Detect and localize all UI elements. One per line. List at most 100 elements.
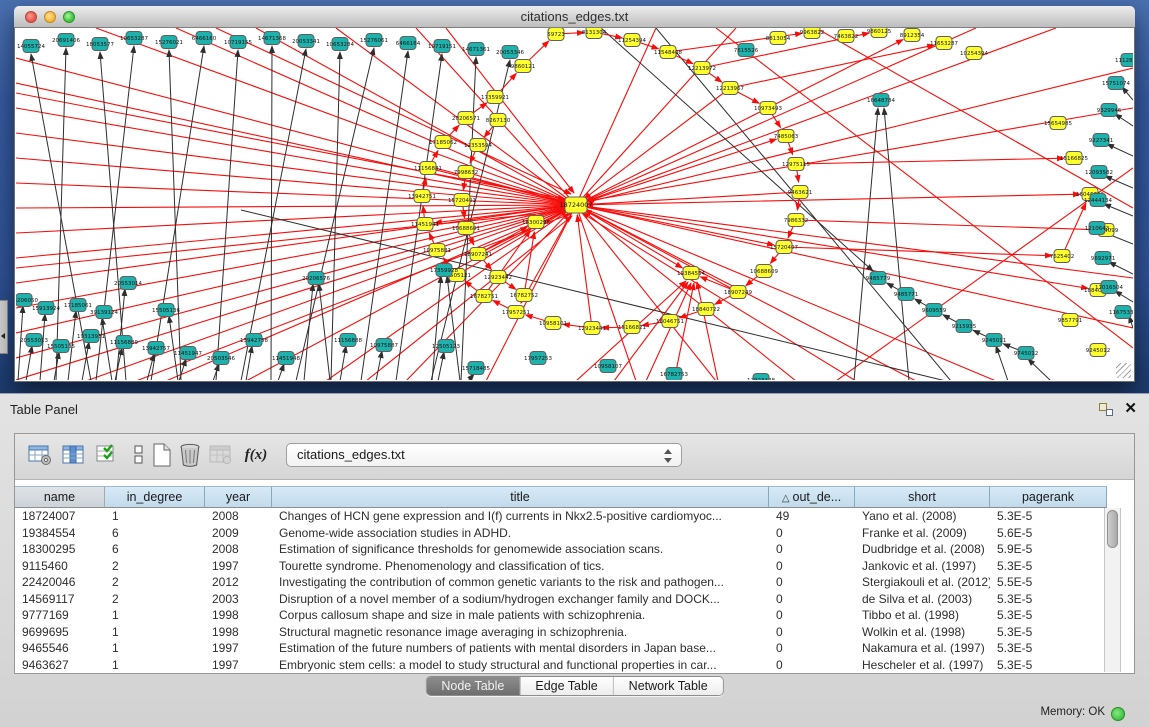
graph-node[interactable]: 11675332: [1109, 306, 1133, 319]
graph-node[interactable]: 9860125: [867, 28, 892, 38]
graph-node[interactable]: 11451948: [272, 352, 300, 365]
graph-node[interactable]: 9329946: [1097, 104, 1122, 117]
graph-node[interactable]: 15720401: [448, 194, 476, 207]
graph-node[interactable]: 12093582: [1085, 166, 1113, 179]
graph-node[interactable]: 10653287: [120, 32, 148, 45]
table-select-checks-icon[interactable]: [95, 442, 121, 468]
memory-status-indicator[interactable]: [1111, 707, 1125, 721]
graph-node[interactable]: 12923442: [484, 271, 512, 284]
graph-node[interactable]: 20053346: [496, 46, 524, 59]
scrollbar-thumb[interactable]: [1107, 510, 1118, 548]
graph-node[interactable]: 8267130: [486, 114, 511, 127]
graph-node[interactable]: 10653284: [326, 38, 354, 51]
graph-node[interactable]: 7625402: [1050, 250, 1075, 263]
graph-node[interactable]: 6466160: [192, 32, 217, 45]
panel-collapse-handle[interactable]: [0, 300, 8, 354]
graph-node[interactable]: 20206571: [452, 112, 480, 125]
graph-node[interactable]: 12975115: [782, 158, 810, 171]
graph-node[interactable]: 15654985: [1044, 117, 1072, 130]
graph-node[interactable]: 13942758: [240, 334, 268, 347]
graph-node[interactable]: 9463621: [788, 186, 813, 199]
graph-node[interactable]: 8813054: [766, 32, 791, 45]
graph-node[interactable]: 9245012: [1086, 344, 1111, 357]
graph-node[interactable]: 15276021: [155, 36, 183, 49]
network-canvas[interactable]: 14055724 20691406 18053577 10653287 15276021…: [14, 28, 1135, 382]
graph-node[interactable]: 20053341: [292, 35, 320, 48]
resize-grip[interactable]: [1116, 363, 1131, 378]
graph-node[interactable]: 10719151: [428, 40, 456, 53]
graph-node[interactable]: 11254394: [618, 34, 646, 47]
graph-node[interactable]: 39139124: [90, 306, 118, 319]
graph-node[interactable]: 7615526: [734, 44, 759, 57]
graph-node[interactable]: 9227341: [1089, 134, 1114, 147]
column-header-out_de[interactable]: △out_de...: [769, 486, 855, 508]
graph-node[interactable]: 12923448: [747, 374, 775, 381]
graph-node[interactable]: 10958101: [539, 317, 567, 330]
close-window-button[interactable]: [25, 11, 37, 23]
delete-trash-icon[interactable]: [177, 442, 203, 468]
table-row[interactable]: 1456911722003Disruption of a novel membe…: [15, 591, 1107, 608]
graph-node[interactable]: 9963822: [800, 28, 825, 39]
graph-node[interactable]: 6466164: [396, 37, 421, 50]
table-row[interactable]: 1872400712008Changes of HCN gene express…: [15, 508, 1107, 525]
graph-node[interactable]: 9692971: [1091, 252, 1116, 265]
graph-node[interactable]: 15720407: [770, 241, 798, 254]
tab-edge-table[interactable]: Edge Table: [519, 677, 612, 695]
graph-node[interactable]: 11156888: [334, 334, 362, 347]
graph-node[interactable]: 12213967: [716, 82, 744, 95]
graph-node[interactable]: 9860121: [511, 60, 536, 73]
graph-node[interactable]: 10254394: [960, 47, 988, 60]
graph-node[interactable]: 14055724: [17, 40, 45, 53]
close-panel-icon[interactable]: ✕: [1124, 399, 1137, 417]
graph-node[interactable]: 15751074: [1102, 77, 1130, 90]
column-header-title[interactable]: title: [272, 486, 769, 508]
graph-node[interactable]: 59723: [547, 28, 565, 41]
column-header-name[interactable]: name: [15, 486, 105, 508]
graph-node[interactable]: 9745012: [1014, 347, 1039, 360]
table-row[interactable]: 1830029562008Estimation of significance …: [15, 541, 1107, 558]
table-settings-icon[interactable]: [27, 442, 53, 468]
graph-node[interactable]: 8131304: [582, 28, 607, 39]
column-header-pagerank[interactable]: pagerank: [990, 486, 1107, 508]
column-header-year[interactable]: year: [205, 486, 272, 508]
graph-node[interactable]: 20691406: [52, 34, 80, 47]
table-row[interactable]: 969969511998Structural magnetic resonanc…: [15, 624, 1107, 641]
graph-node[interactable]: 10688609: [750, 265, 778, 278]
graph-node[interactable]: 11156889: [110, 336, 138, 349]
graph-node[interactable]: 18840722: [692, 303, 720, 316]
graph-node[interactable]: 20553013: [20, 334, 48, 347]
graph-node[interactable]: 11653287: [930, 37, 958, 50]
table-vertical-scrollbar[interactable]: [1104, 508, 1121, 672]
graph-node[interactable]: 15166825: [1060, 152, 1088, 165]
function-builder-icon[interactable]: f(x): [243, 442, 269, 468]
graph-node[interactable]: 12923441: [578, 322, 606, 335]
graph-node[interactable]: 15718485: [462, 362, 490, 375]
graph-node[interactable]: 16782752: [510, 289, 538, 302]
graph-node[interactable]: 17957253: [524, 352, 552, 365]
graph-node[interactable]: 8912354: [900, 29, 925, 42]
graph-node[interactable]: 11451941: [411, 218, 439, 231]
table-row[interactable]: 1938455462009Genome-wide association stu…: [15, 525, 1107, 542]
graph-node[interactable]: 15166821: [618, 321, 646, 334]
minimize-window-button[interactable]: [44, 11, 56, 23]
graph-node[interactable]: 7485063: [774, 130, 799, 143]
network-graph[interactable]: 14055724 20691406 18053577 10653287 15276021…: [16, 28, 1133, 380]
graph-node[interactable]: 17185061: [64, 299, 92, 312]
table-row[interactable]: 977716911998Corpus callosum shape and si…: [15, 607, 1107, 624]
graph-node[interactable]: 18053577: [86, 38, 114, 51]
table-row[interactable]: 2242004622012Investigating the contribut…: [15, 574, 1107, 591]
zoom-window-button[interactable]: [63, 11, 75, 23]
graph-node[interactable]: 10719155: [224, 36, 252, 49]
table-column-icon[interactable]: [61, 442, 87, 468]
column-header-short[interactable]: short: [855, 486, 990, 508]
column-header-in_degree[interactable]: in_degree: [105, 486, 205, 508]
graph-node[interactable]: 11128224: [1115, 54, 1133, 67]
graph-node[interactable]: 15276061: [360, 34, 388, 47]
window-titlebar[interactable]: citations_edges.txt: [14, 6, 1135, 28]
tab-node-table[interactable]: Node Table: [426, 677, 519, 695]
table-selector-dropdown[interactable]: citations_edges.txt: [286, 443, 682, 467]
graph-node[interactable]: 16648784: [867, 94, 895, 107]
float-panel-icon[interactable]: [1099, 403, 1113, 416]
graph-node[interactable]: 16782753: [660, 368, 688, 381]
new-document-icon[interactable]: [149, 442, 175, 468]
